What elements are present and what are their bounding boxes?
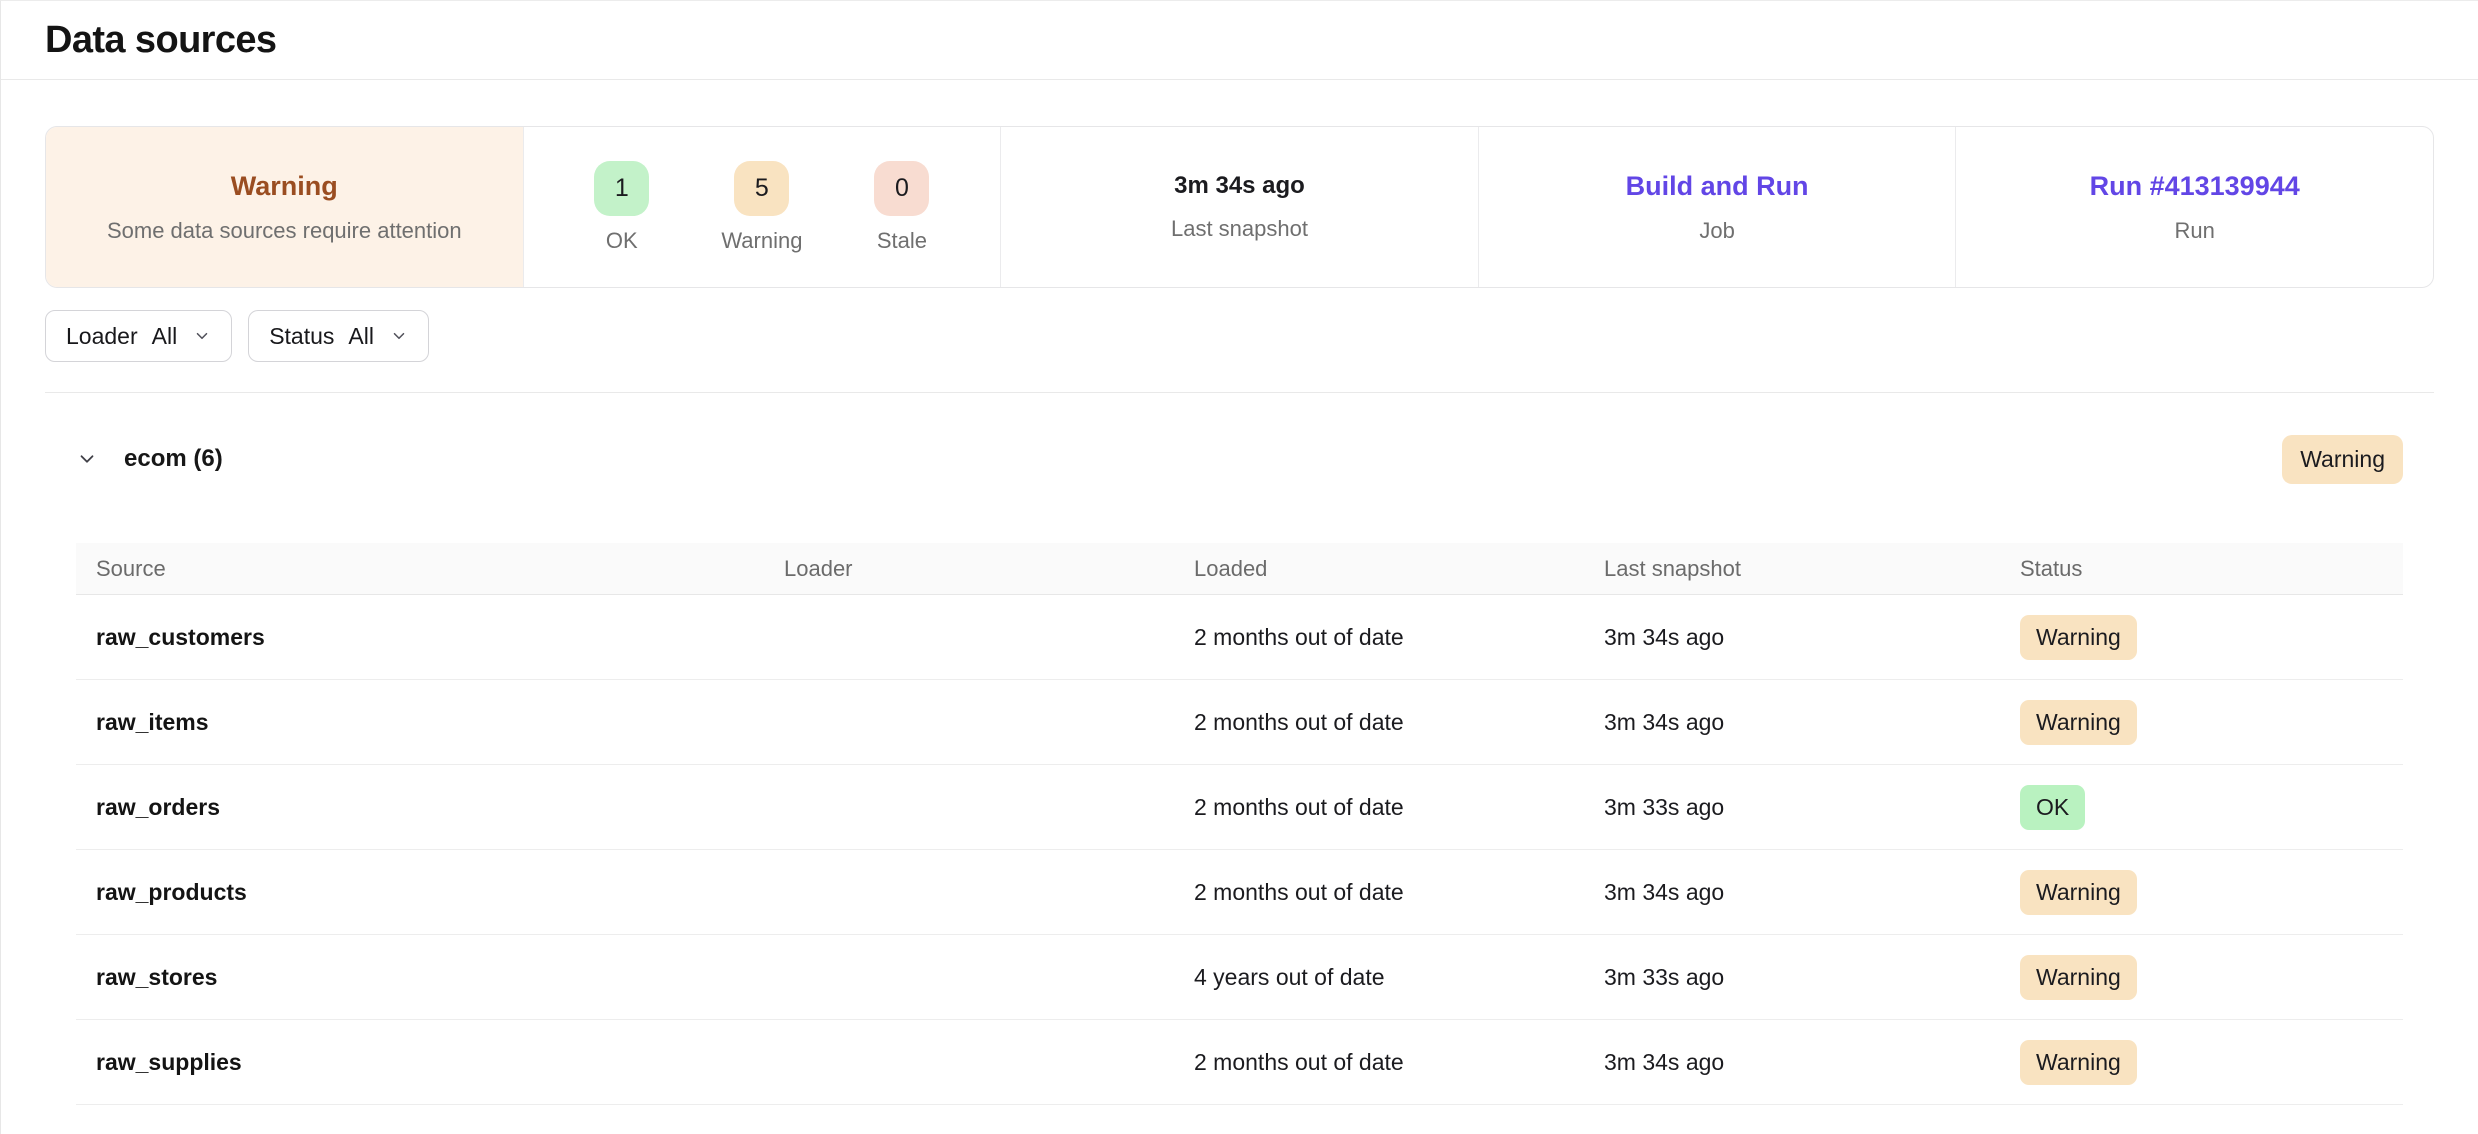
count-warning: 5 Warning [721, 161, 802, 254]
table-header-row: Source Loader Loaded Last snapshot Statu… [76, 543, 2403, 595]
filter-bar: Loader All Status All [45, 310, 2434, 362]
status-cell: Warning [2020, 955, 2403, 1000]
last-snapshot-value: 3m 34s ago [1174, 172, 1305, 200]
status-counts: 1 OK 5 Warning 0 Stale [594, 161, 929, 254]
overall-status-description: Some data sources require attention [107, 218, 462, 244]
status-filter-label: Status [269, 323, 334, 350]
summary-job: Build and Run Job [1478, 127, 1956, 287]
column-header-loaded: Loaded [1194, 556, 1604, 582]
loaded-cell: 2 months out of date [1194, 1049, 1604, 1076]
group-status-badge: Warning [2282, 435, 2403, 484]
chevron-down-icon[interactable] [76, 448, 98, 470]
summary-card: Warning Some data sources require attent… [45, 126, 2434, 288]
source-name: raw_supplies [76, 1049, 784, 1076]
last-snapshot-cell: 3m 34s ago [1604, 624, 2020, 651]
ok-count-badge: 1 [594, 161, 649, 216]
status-badge: Warning [2020, 700, 2137, 745]
table-row[interactable]: raw_stores 4 years out of date 3m 33s ag… [76, 935, 2403, 1020]
last-snapshot-cell: 3m 34s ago [1604, 879, 2020, 906]
job-link[interactable]: Build and Run [1626, 171, 1809, 202]
run-link[interactable]: Run #413139944 [2090, 171, 2300, 202]
count-ok: 1 OK [594, 161, 649, 254]
main-content: Warning Some data sources require attent… [1, 126, 2478, 1105]
stale-count-badge: 0 [874, 161, 929, 216]
loader-filter-label: Loader [66, 323, 138, 350]
table-row[interactable]: raw_orders 2 months out of date 3m 33s a… [76, 765, 2403, 850]
group-header[interactable]: ecom (6) Warning [76, 431, 2403, 487]
loaded-cell: 4 years out of date [1194, 964, 1604, 991]
last-snapshot-cell: 3m 33s ago [1604, 794, 2020, 821]
status-cell: Warning [2020, 1040, 2403, 1085]
stale-count-label: Stale [877, 228, 927, 254]
loader-filter-dropdown[interactable]: Loader All [45, 310, 232, 362]
summary-counts: 1 OK 5 Warning 0 Stale [523, 127, 1001, 287]
last-snapshot-cell: 3m 34s ago [1604, 709, 2020, 736]
source-name: raw_products [76, 879, 784, 906]
source-name: raw_stores [76, 964, 784, 991]
run-label: Run [2174, 218, 2214, 244]
loaded-cell: 2 months out of date [1194, 879, 1604, 906]
group-title: ecom (6) [124, 445, 223, 473]
table-row[interactable]: raw_products 2 months out of date 3m 34s… [76, 850, 2403, 935]
status-filter-dropdown[interactable]: Status All [248, 310, 429, 362]
status-cell: Warning [2020, 700, 2403, 745]
warning-count-label: Warning [721, 228, 802, 254]
column-header-last-snapshot: Last snapshot [1604, 556, 2020, 582]
chevron-down-icon [193, 327, 211, 345]
table-row[interactable]: raw_supplies 2 months out of date 3m 34s… [76, 1020, 2403, 1105]
loaded-cell: 2 months out of date [1194, 624, 1604, 651]
status-cell: Warning [2020, 870, 2403, 915]
count-stale: 0 Stale [874, 161, 929, 254]
column-header-loader: Loader [784, 556, 1194, 582]
loaded-cell: 2 months out of date [1194, 794, 1604, 821]
warning-count-badge: 5 [734, 161, 789, 216]
source-name: raw_items [76, 709, 784, 736]
table-body: raw_customers 2 months out of date 3m 34… [76, 595, 2403, 1105]
status-filter-value: All [348, 323, 374, 350]
data-sources-table: Source Loader Loaded Last snapshot Statu… [76, 543, 2403, 1105]
overall-status-label: Warning [231, 171, 338, 202]
source-name: raw_customers [76, 624, 784, 651]
source-name: raw_orders [76, 794, 784, 821]
status-badge: Warning [2020, 615, 2137, 660]
page-header: Data sources [1, 1, 2478, 80]
status-cell: Warning [2020, 615, 2403, 660]
status-badge: OK [2020, 785, 2085, 830]
table-row[interactable]: raw_customers 2 months out of date 3m 34… [76, 595, 2403, 680]
table-row[interactable]: raw_items 2 months out of date 3m 34s ag… [76, 680, 2403, 765]
status-cell: OK [2020, 785, 2403, 830]
chevron-down-icon [390, 327, 408, 345]
status-badge: Warning [2020, 1040, 2137, 1085]
loader-filter-value: All [152, 323, 178, 350]
last-snapshot-label: Last snapshot [1171, 216, 1308, 242]
summary-run: Run #413139944 Run [1955, 127, 2433, 287]
ok-count-label: OK [606, 228, 638, 254]
last-snapshot-cell: 3m 34s ago [1604, 1049, 2020, 1076]
column-header-source: Source [76, 556, 784, 582]
ecom-group-section: ecom (6) Warning Source Loader Loaded La… [76, 431, 2403, 1105]
summary-overall-status: Warning Some data sources require attent… [46, 127, 523, 287]
page-title: Data sources [45, 19, 276, 62]
column-header-status: Status [2020, 556, 2403, 582]
status-badge: Warning [2020, 870, 2137, 915]
job-label: Job [1699, 218, 1734, 244]
last-snapshot-cell: 3m 33s ago [1604, 964, 2020, 991]
status-badge: Warning [2020, 955, 2137, 1000]
loaded-cell: 2 months out of date [1194, 709, 1604, 736]
summary-last-snapshot: 3m 34s ago Last snapshot [1000, 127, 1478, 287]
section-divider [45, 392, 2434, 393]
